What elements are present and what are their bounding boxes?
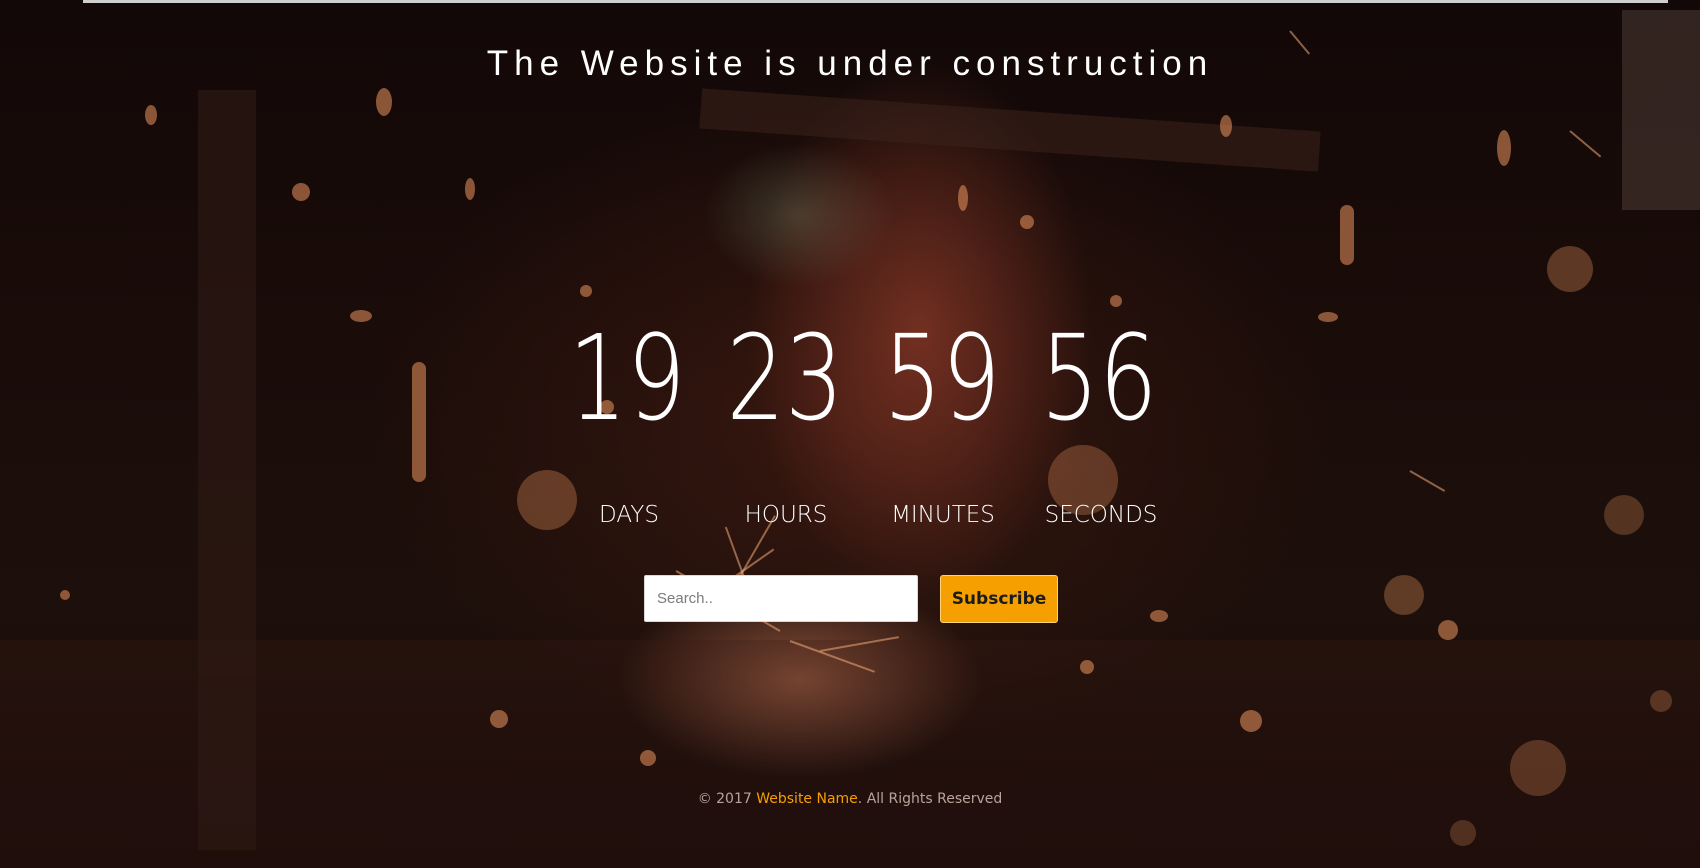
spark: [1450, 820, 1476, 846]
countdown-minutes-value: 59: [883, 309, 1001, 447]
countdown-hours-label: HOURS: [744, 502, 828, 528]
search-input[interactable]: [644, 575, 918, 622]
top-border-line: [83, 0, 1668, 3]
spark: [640, 750, 656, 766]
spark: [1220, 115, 1232, 137]
spark: [1020, 215, 1034, 229]
spark: [1340, 205, 1354, 265]
subscribe-button[interactable]: Subscribe: [940, 575, 1058, 623]
countdown-days-label: DAYS: [599, 502, 659, 528]
spark: [145, 105, 157, 125]
page-title: The Website is under construction: [486, 44, 1214, 83]
spark: [465, 178, 475, 200]
spark-streak: [1409, 470, 1446, 492]
footer-copyright-prefix: © 2017: [697, 791, 757, 807]
spark: [1318, 312, 1338, 322]
spark: [490, 710, 508, 728]
spark: [958, 185, 968, 211]
background-beam: [1622, 10, 1700, 210]
spark: [1240, 710, 1262, 732]
footer-copyright-suffix: . All Rights Reserved: [857, 791, 1003, 807]
spark: [1604, 495, 1644, 535]
spark: [60, 590, 70, 600]
countdown-days-value: 19: [568, 309, 686, 447]
spark-streak: [1569, 130, 1602, 158]
spark: [350, 310, 372, 322]
spark: [1080, 660, 1094, 674]
spark: [1150, 610, 1168, 622]
spark: [292, 183, 310, 201]
spark: [1510, 740, 1566, 796]
countdown-hours-value: 23: [726, 309, 844, 447]
footer-copyright: © 2017 Website Name. All Rights Reserved: [0, 791, 1700, 807]
subscribe-form: Subscribe: [644, 575, 1060, 623]
spark: [1384, 575, 1424, 615]
countdown-timer: 19 23 59 56: [540, 318, 1160, 438]
spark: [1110, 295, 1122, 307]
spark: [412, 362, 426, 482]
countdown-seconds-label: SECONDS: [1044, 502, 1158, 528]
spark: [1497, 130, 1511, 166]
spark: [1438, 620, 1458, 640]
spark: [376, 88, 392, 116]
spark: [1650, 690, 1672, 712]
countdown-labels: DAYS HOURS MINUTES SECONDS: [540, 502, 1160, 532]
countdown-seconds-value: 56: [1040, 309, 1158, 447]
countdown-minutes-label: MINUTES: [891, 502, 995, 528]
spark: [580, 285, 592, 297]
spark: [1547, 246, 1593, 292]
background-beam: [198, 90, 256, 850]
footer-brand-link[interactable]: Website Name: [756, 791, 858, 807]
